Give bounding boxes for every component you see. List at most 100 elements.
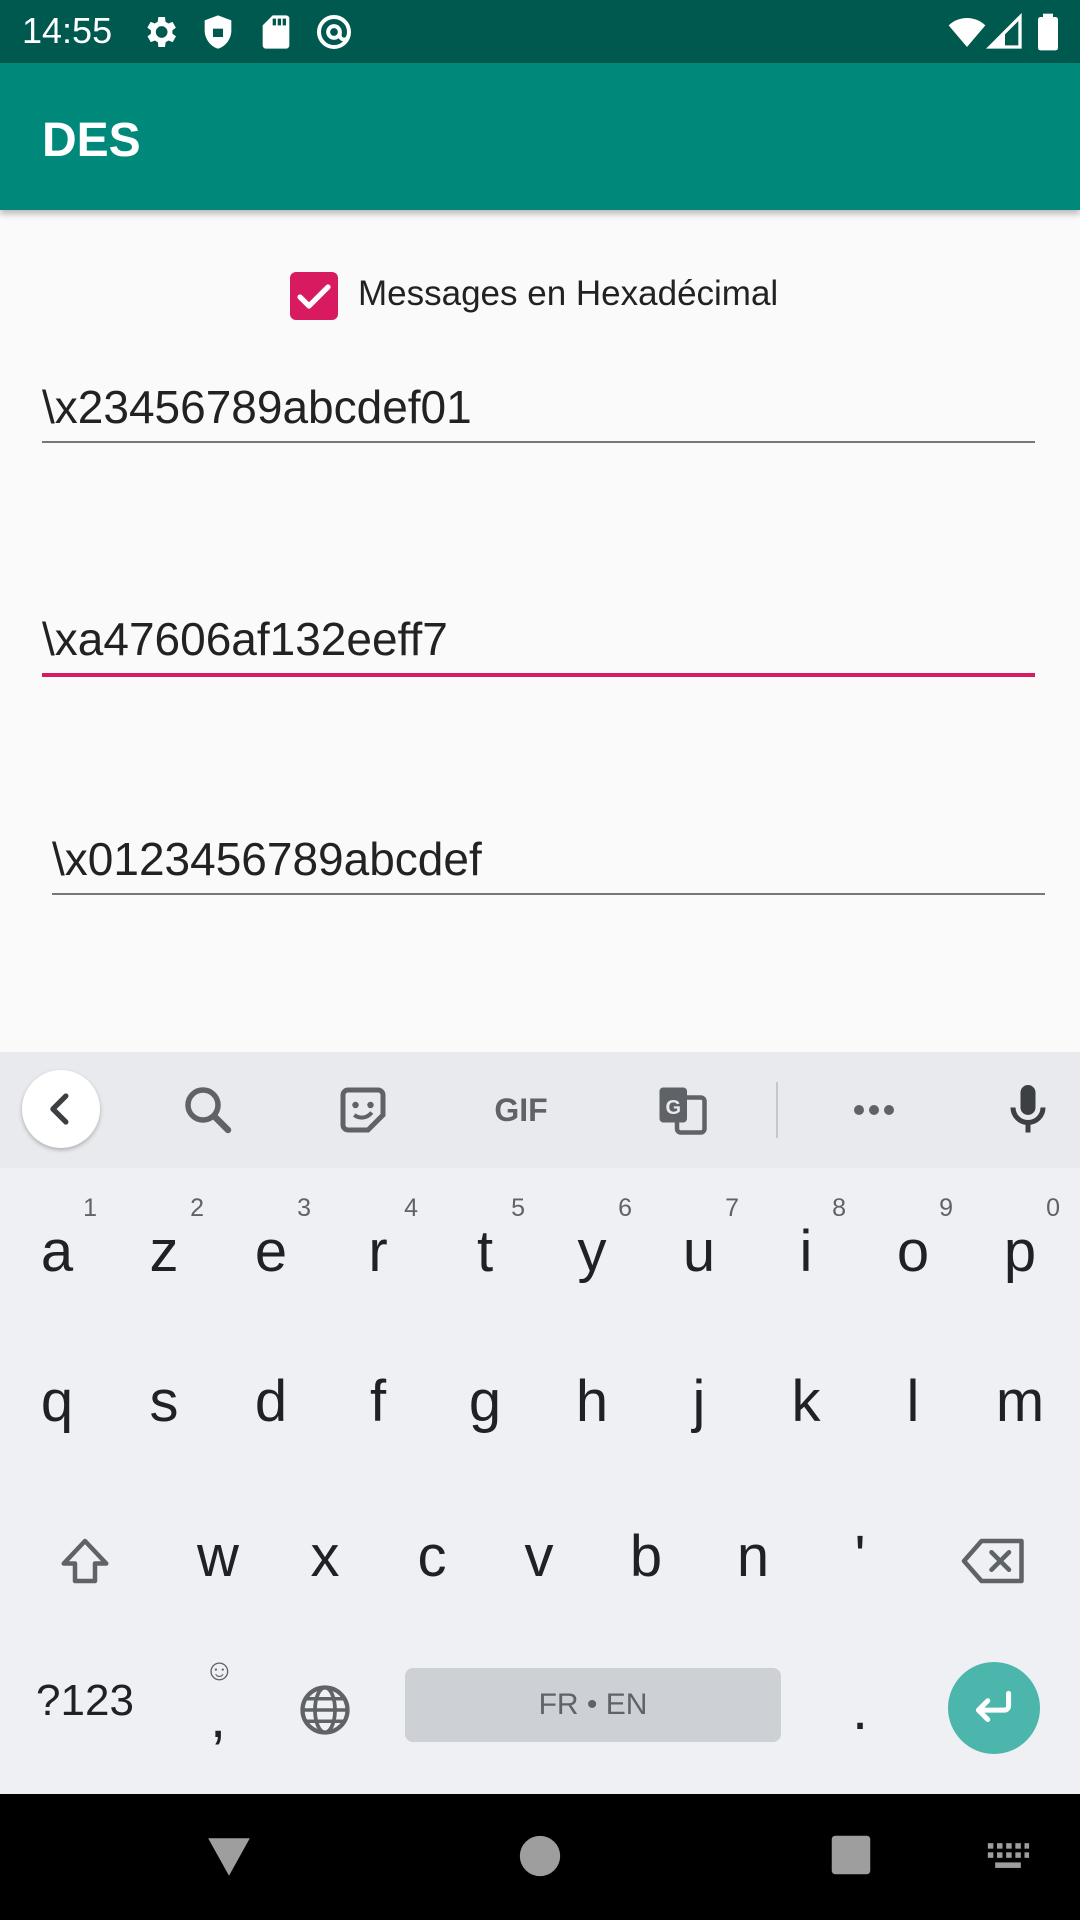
key-z[interactable]: z2 (114, 1190, 214, 1310)
key-j[interactable]: j (649, 1340, 749, 1460)
keyboard-back-button[interactable] (22, 1070, 100, 1148)
key-hint: 8 (832, 1194, 846, 1222)
result-input[interactable]: \x0123456789abcdef (52, 832, 1045, 896)
language-key[interactable] (275, 1650, 375, 1770)
spacebar[interactable]: FR • EN (405, 1668, 781, 1742)
key-label: , (209, 1685, 227, 1750)
key-label: h (575, 1369, 609, 1434)
key-label: ?123 (36, 1676, 134, 1725)
key-label: p (1003, 1219, 1037, 1284)
back-triangle-icon[interactable] (204, 1834, 254, 1880)
key-label: v (524, 1524, 554, 1589)
key-t[interactable]: t5 (435, 1190, 535, 1310)
sticker-icon[interactable] (333, 1080, 393, 1140)
svg-text:G: G (665, 1097, 681, 1119)
globe-icon (300, 1685, 350, 1735)
key-r[interactable]: r4 (328, 1190, 428, 1310)
sd-card-icon (262, 15, 290, 49)
key-d[interactable]: d (221, 1340, 321, 1460)
status-bar: 14:55 (0, 0, 1080, 63)
search-icon[interactable] (178, 1080, 238, 1140)
key-label: r (368, 1219, 388, 1284)
mic-icon[interactable] (998, 1080, 1058, 1140)
key-x[interactable]: x (275, 1495, 375, 1615)
message-input[interactable]: \xa47606af132eeff7 (42, 612, 1035, 678)
key-n[interactable]: n (703, 1495, 803, 1615)
key-label: u (682, 1219, 716, 1284)
signal-icon (985, 12, 1022, 49)
page-title: DES (42, 114, 141, 167)
key-c[interactable]: c (382, 1495, 482, 1615)
app-bar: DES (0, 63, 1080, 210)
key-y[interactable]: y6 (542, 1190, 642, 1310)
key-a[interactable]: a1 (7, 1190, 107, 1310)
key-label: f (369, 1369, 387, 1434)
period-key[interactable]: . (810, 1650, 910, 1770)
key-label: x (310, 1524, 340, 1589)
key-apostrophe[interactable]: ' (810, 1495, 910, 1615)
gif-button[interactable]: GIF (486, 1080, 556, 1140)
key-hint: 6 (618, 1194, 632, 1222)
key-input[interactable]: \x23456789abcdef01 (42, 380, 1035, 444)
result-input-underline (52, 893, 1045, 895)
key-v[interactable]: v (489, 1495, 589, 1615)
key-o[interactable]: o9 (863, 1190, 963, 1310)
key-input-value: \x23456789abcdef01 (42, 381, 472, 433)
recents-square-icon[interactable] (830, 1834, 872, 1876)
hex-messages-checkbox[interactable]: Messages en Hexadécimal (290, 270, 830, 320)
key-hint: 7 (725, 1194, 739, 1222)
key-s[interactable]: s (114, 1340, 214, 1460)
key-m[interactable]: m (970, 1340, 1070, 1460)
toolbar-divider (776, 1082, 778, 1138)
key-q[interactable]: q (7, 1340, 107, 1460)
key-k[interactable]: k (756, 1340, 856, 1460)
key-l[interactable]: l (863, 1340, 963, 1460)
key-h[interactable]: h (542, 1340, 642, 1460)
enter-icon (975, 1690, 1012, 1722)
message-input-underline (42, 673, 1035, 677)
key-i[interactable]: i8 (756, 1190, 856, 1310)
backspace-key[interactable] (944, 1495, 1044, 1615)
key-label: k (791, 1369, 821, 1434)
key-p[interactable]: p0 (970, 1190, 1070, 1310)
key-label: s (149, 1369, 179, 1434)
key-label: e (254, 1219, 288, 1284)
key-label: t (476, 1219, 494, 1284)
key-e[interactable]: e3 (221, 1190, 321, 1310)
key-u[interactable]: u7 (649, 1190, 749, 1310)
enter-key[interactable] (948, 1662, 1040, 1754)
key-label: j (692, 1369, 706, 1434)
comma-key[interactable]: ☺ , (168, 1650, 268, 1770)
key-hint: 3 (297, 1194, 311, 1222)
key-label: n (736, 1524, 770, 1589)
key-label: i (799, 1219, 813, 1284)
translate-icon[interactable]: G (652, 1080, 712, 1140)
key-label: . (851, 1677, 869, 1742)
key-f[interactable]: f (328, 1340, 428, 1460)
key-label: y (577, 1219, 607, 1284)
key-label: o (896, 1219, 930, 1284)
key-label: w (197, 1524, 239, 1589)
more-icon[interactable] (844, 1080, 904, 1140)
key-hint: 9 (939, 1194, 953, 1222)
key-label: q (40, 1369, 74, 1434)
shield-icon (204, 15, 232, 49)
shift-key[interactable] (35, 1495, 135, 1615)
at-sign-icon (317, 15, 351, 49)
result-input-value: \x0123456789abcdef (52, 833, 482, 885)
key-label: m (995, 1369, 1045, 1434)
key-g[interactable]: g (435, 1340, 535, 1460)
key-hint: 5 (511, 1194, 525, 1222)
key-label: g (468, 1369, 502, 1434)
key-b[interactable]: b (596, 1495, 696, 1615)
checkbox-box[interactable] (290, 272, 338, 320)
keyboard-switch-icon[interactable] (986, 1840, 1030, 1872)
key-label: b (629, 1524, 663, 1589)
symbols-key[interactable]: ?123 (15, 1650, 155, 1770)
key-label: z (149, 1219, 179, 1284)
chevron-left-icon (50, 1093, 69, 1125)
key-label: c (417, 1524, 447, 1589)
checkbox-label: Messages en Hexadécimal (358, 274, 779, 313)
home-circle-icon[interactable] (518, 1834, 562, 1878)
key-w[interactable]: w (168, 1495, 268, 1615)
